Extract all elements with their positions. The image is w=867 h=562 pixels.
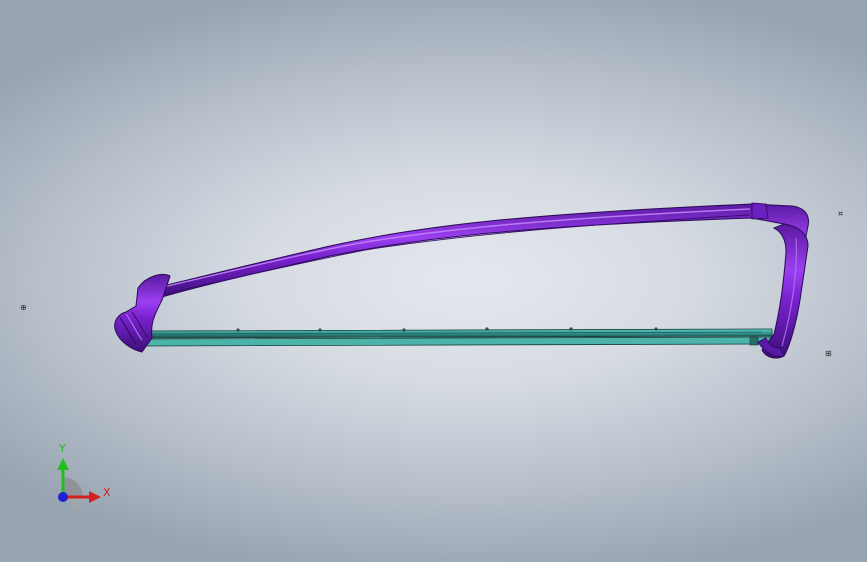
origin-marker-right-top-icon[interactable]: ¤ bbox=[838, 210, 843, 218]
triad-y-label: Y bbox=[59, 442, 66, 455]
triad-x-arrow-icon bbox=[89, 491, 101, 503]
graphics-area[interactable]: Y X ⊕ ¤ ⊞ bbox=[0, 0, 867, 562]
origin-marker-right-bottom-icon[interactable]: ⊞ bbox=[825, 350, 832, 358]
triad-x-label: X bbox=[103, 486, 111, 499]
triad-z-axis-icon bbox=[58, 492, 68, 502]
model-view[interactable] bbox=[0, 0, 867, 562]
hacksaw-blade[interactable] bbox=[139, 327, 773, 347]
triad-y-arrow-icon bbox=[57, 458, 69, 470]
view-orientation-triad[interactable] bbox=[57, 458, 101, 511]
origin-marker-left-icon[interactable]: ⊕ bbox=[20, 304, 27, 312]
